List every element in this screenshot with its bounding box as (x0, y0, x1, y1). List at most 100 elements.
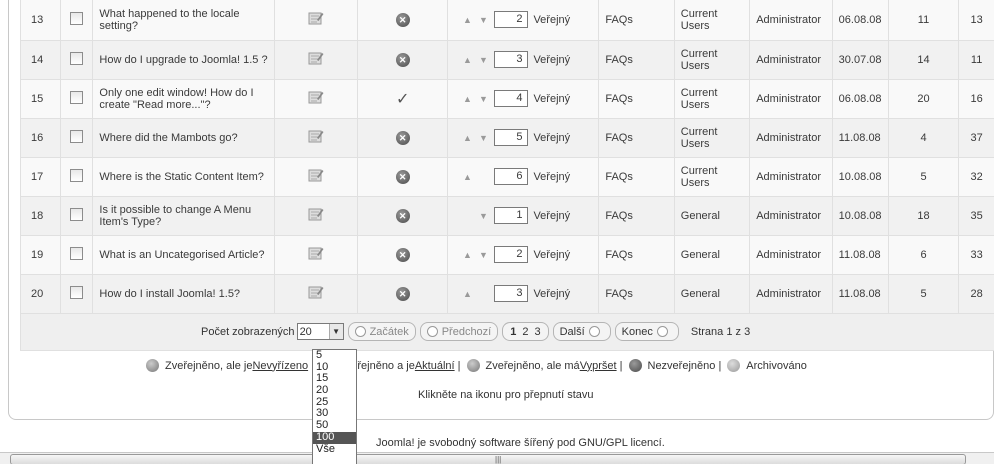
page-3-link[interactable]: 3 (534, 326, 540, 338)
access-level[interactable]: Veřejný (533, 93, 570, 105)
limit-select[interactable]: 20 ▼ (296, 323, 344, 340)
section: FAQs (598, 235, 675, 275)
edit-icon[interactable] (308, 285, 324, 299)
next-button[interactable]: Další (552, 322, 611, 341)
pagination-row: Počet zobrazených 20 ▼ Začátek Předchozí… (20, 313, 994, 351)
section: FAQs (598, 40, 675, 80)
page-2-link[interactable]: 2 (522, 326, 528, 338)
row-number: 19 (19, 235, 61, 275)
move-up-icon[interactable]: ▲ (460, 133, 474, 143)
row-checkbox[interactable] (70, 285, 84, 299)
move-up-icon[interactable]: ▲ (460, 289, 474, 299)
date: 11.08.08 (831, 118, 889, 158)
access-level[interactable]: Veřejný (533, 132, 570, 144)
access-level[interactable]: Veřejný (533, 210, 570, 222)
limit-option[interactable]: 100 (313, 431, 356, 444)
unpublished-x-icon[interactable]: ✕ (395, 130, 410, 145)
limit-dropdown-list[interactable]: 5 10 15 20 25 30 50 100 Vše (312, 349, 357, 464)
state-cell: ✕ (356, 0, 448, 41)
hits: 20 (887, 79, 959, 119)
order-input[interactable]: 2 (494, 246, 529, 263)
scrollbar-thumb[interactable]: ||| (10, 454, 966, 464)
limit-value: 20 (299, 325, 312, 338)
limit-label: Počet zobrazených (201, 325, 295, 338)
limit-option[interactable]: Vše (313, 443, 356, 456)
limit-option[interactable]: 5 (313, 350, 356, 362)
edit-cell (274, 79, 358, 119)
access-level[interactable]: Veřejný (533, 14, 570, 26)
move-up-icon[interactable]: ▲ (460, 15, 474, 25)
order-input[interactable]: 1 (494, 207, 529, 224)
unpublished-x-icon[interactable]: ✕ (395, 247, 410, 262)
order-cell: ▼ 1 Veřejný (447, 196, 599, 236)
horizontal-scrollbar[interactable]: ||| (0, 452, 994, 464)
articles-table: 1 3 What happened to the locale setting? ✕ ▲… (19, 0, 994, 351)
prev-button[interactable]: Předchozí (419, 322, 499, 341)
order-input[interactable]: 4 (494, 90, 529, 107)
table-row: 19 What is an Uncategorised Article? ✕ ▲ ▼ 2 V… (19, 235, 994, 275)
order-input[interactable]: 2 (494, 11, 529, 29)
row-checkbox[interactable] (70, 51, 84, 65)
end-button[interactable]: Konec (614, 322, 679, 341)
edit-icon[interactable] (308, 207, 324, 221)
edit-icon[interactable] (308, 90, 324, 104)
unpublished-x-icon[interactable]: ✕ (395, 52, 410, 67)
access-level[interactable]: Veřejný (533, 249, 570, 261)
edit-icon[interactable] (308, 168, 324, 182)
order-input[interactable]: 5 (494, 129, 529, 146)
start-button[interactable]: Začátek (347, 322, 416, 341)
hits: 14 (887, 40, 959, 80)
move-down-icon[interactable]: ▼ (476, 133, 490, 143)
move-up-icon[interactable]: ▲ (460, 94, 474, 104)
order-input[interactable]: 3 (494, 285, 529, 302)
published-check-icon[interactable]: ✓ (396, 89, 409, 109)
unpublished-x-icon[interactable]: ✕ (395, 286, 410, 301)
article-title[interactable]: What happened to the locale setting? (92, 0, 275, 41)
access-level[interactable]: Veřejný (533, 54, 570, 66)
unpublished-x-icon[interactable]: ✕ (395, 169, 410, 184)
section: FAQs (598, 274, 675, 314)
article-title[interactable]: Only one edit window! How do I create "R… (92, 79, 275, 119)
row-checkbox[interactable] (70, 168, 84, 182)
footer-text: Joomla! je svobodný software šířený pod (376, 437, 579, 449)
article-title[interactable]: Where did the Mambots go? (92, 118, 275, 158)
row-checkbox[interactable] (70, 246, 84, 260)
row-number: 18 (19, 196, 61, 236)
license-link[interactable]: GNU/GPL licencí (578, 437, 661, 449)
edit-icon[interactable] (308, 246, 324, 260)
move-down-icon[interactable]: ▼ (476, 94, 490, 104)
order-input[interactable]: 6 (494, 168, 529, 185)
row-checkbox-cell (60, 157, 93, 197)
move-up-icon[interactable]: ▲ (460, 55, 474, 65)
edit-icon[interactable] (308, 51, 324, 65)
row-checkbox[interactable] (70, 11, 84, 25)
chevron-down-icon[interactable]: ▼ (328, 324, 343, 339)
move-up-icon[interactable]: ▲ (460, 172, 474, 182)
row-checkbox-cell (60, 0, 93, 41)
move-up-icon[interactable]: ▲ (460, 250, 474, 260)
row-checkbox[interactable] (70, 90, 84, 104)
article-title[interactable]: Where is the Static Content Item? (92, 157, 275, 197)
article-title[interactable]: What is an Uncategorised Article? (92, 235, 275, 275)
access-level[interactable]: Veřejný (533, 171, 570, 183)
move-down-icon[interactable]: ▼ (476, 15, 490, 25)
hits: 18 (887, 196, 959, 236)
move-down-icon[interactable]: ▼ (476, 55, 490, 65)
access-level[interactable]: Veřejný (533, 288, 570, 300)
order-input[interactable]: 3 (494, 51, 529, 68)
edit-icon[interactable] (308, 129, 324, 143)
page-1-link: 1 (510, 325, 517, 338)
article-title[interactable]: How do I install Joomla! 1.5? (92, 274, 275, 314)
row-checkbox[interactable] (70, 207, 84, 221)
unpublished-x-icon[interactable]: ✕ (395, 12, 410, 27)
article-title[interactable]: How do I upgrade to Joomla! 1.5 ? (92, 40, 275, 80)
move-down-icon[interactable]: ▼ (476, 211, 490, 221)
edit-icon[interactable] (308, 11, 324, 25)
legend-expired-text: Zveřejněno, ale má (485, 359, 580, 372)
limit-option[interactable]: 20 (313, 384, 356, 397)
row-checkbox[interactable] (70, 129, 84, 143)
unpublished-x-icon[interactable]: ✕ (395, 208, 410, 223)
article-title[interactable]: Is it possible to change A Menu Item's T… (92, 196, 275, 236)
move-down-icon[interactable]: ▼ (476, 250, 490, 260)
order-cell: ▲ ▼ 2 Veřejný (447, 235, 599, 275)
